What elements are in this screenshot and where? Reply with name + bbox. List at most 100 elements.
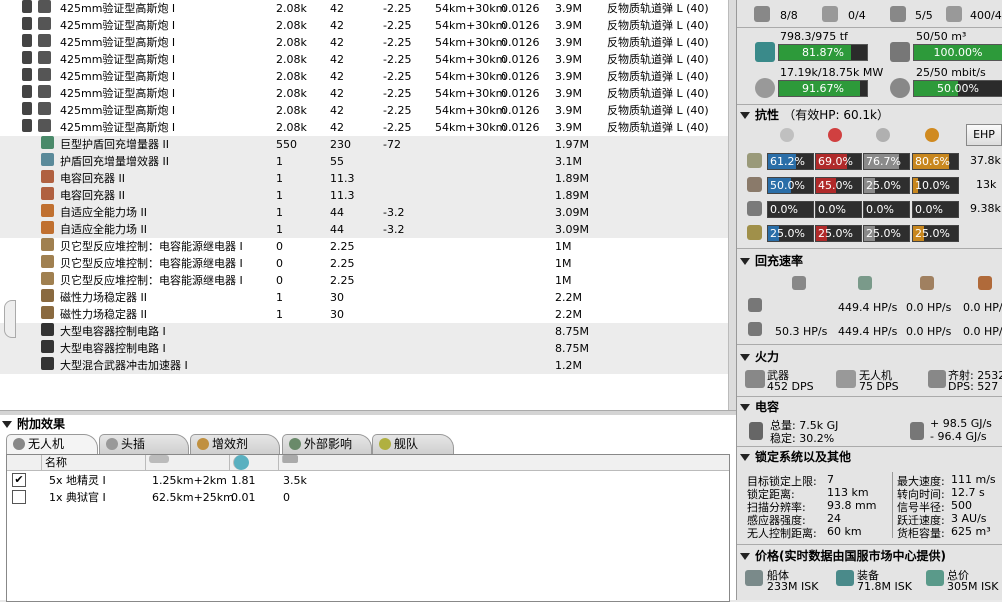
state-icon[interactable] (22, 119, 32, 132)
module-c1: 2.08k (276, 53, 307, 66)
module-c2: 11.3 (330, 189, 355, 202)
module-row[interactable]: 425mm验证型高斯炮 I 2.08k 42 -2.25 54km+30km 0.0126… (0, 102, 728, 119)
resist-cell: 25.0% (767, 225, 814, 242)
state-icon[interactable] (22, 34, 32, 47)
drone-row[interactable]: ✔ 5x 地精灵 I 1.25km+2km 1.81 3.5k (7, 473, 727, 489)
drone-checkbox[interactable]: ✔ (12, 473, 26, 487)
total-price: 305M ISK (947, 580, 999, 593)
resist-cell: 0.0% (863, 201, 910, 218)
module-row[interactable]: 磁性力场稳定器 II 1 30 2.2M (0, 289, 728, 306)
drone-row[interactable]: 1x 典狱官 I 62.5km+25km 0.01 0 (7, 490, 727, 506)
module-name: 425mm验证型高斯炮 I (60, 53, 176, 66)
drone-checkbox[interactable] (12, 490, 26, 504)
extra-effects-header[interactable]: 附加效果 (2, 416, 65, 432)
module-row[interactable]: 大型电容器控制电路 I 8.75M (0, 323, 728, 340)
module-c1: 2.08k (276, 19, 307, 32)
module-row[interactable]: 自适应全能力场 II 1 44 -3.2 3.09M (0, 204, 728, 221)
module-row[interactable]: 护盾回充增量增效器 II 1 55 3.1M (0, 153, 728, 170)
state-icon[interactable] (22, 85, 32, 98)
module-row[interactable]: 425mm验证型高斯炮 I 2.08k 42 -2.25 54km+30km 0.0126… (0, 51, 728, 68)
fitting-price-icon (836, 570, 854, 586)
module-c2: 230 (330, 138, 351, 151)
column-speed[interactable] (229, 455, 278, 470)
state-icon[interactable] (22, 17, 32, 30)
nav-value: 111 m/s (951, 473, 996, 486)
state-icon[interactable] (22, 68, 32, 81)
module-row[interactable]: 巨型护盾回充增量器 II 550 230 -72 1.97M (0, 136, 728, 153)
module-c6: 1.2M (555, 359, 582, 372)
resist-value: 61.2% (770, 155, 805, 168)
capacitor-header[interactable]: 电容 (740, 399, 779, 415)
module-row[interactable]: 大型混合武器冲击加速器 I 1.2M (0, 357, 728, 374)
module-c5: 0.0126 (501, 36, 540, 49)
tab-implant[interactable]: 头插 (99, 434, 189, 454)
column-range[interactable] (145, 455, 229, 470)
firepower-header[interactable]: 火力 (740, 349, 779, 365)
capacitor-delta-icon (910, 422, 924, 440)
price-header[interactable]: 价格(实时数据由国服市场中心提供) (740, 548, 946, 564)
module-c6: 3.9M (555, 121, 582, 134)
volley-icon (928, 370, 946, 388)
invulnerability-field-icon (41, 221, 54, 234)
drone-list-header: 名称 (7, 455, 729, 471)
state-icon[interactable] (22, 102, 32, 115)
powergrid-bar: 91.67% (778, 80, 868, 97)
launcher-hardpoint-icon (822, 6, 838, 22)
module-row[interactable]: 自适应全能力场 II 1 44 -3.2 3.09M (0, 221, 728, 238)
divider (737, 344, 1002, 345)
module-c5: 0.0126 (501, 87, 540, 100)
recharge-header[interactable]: 回充速率 (740, 253, 803, 269)
resist-header[interactable]: 抗性 （有效HP: 60.1k） (740, 107, 889, 123)
module-row[interactable]: 425mm验证型高斯炮 I 2.08k 42 -2.25 54km+30km 0.0126… (0, 119, 728, 136)
tab-fleet[interactable]: 舰队 (372, 434, 454, 454)
resist-value: 76.7% (866, 155, 901, 168)
module-c6: 3.1M (555, 155, 582, 168)
column-damage[interactable] (278, 455, 332, 470)
module-row[interactable]: 425mm验证型高斯炮 I 2.08k 42 -2.25 54km+30km 0.0126… (0, 17, 728, 34)
divider (737, 396, 1002, 397)
module-c2: 42 (330, 36, 344, 49)
module-name: 巨型护盾回充增量器 II (60, 138, 169, 151)
module-c1: 1 (276, 172, 283, 185)
module-c3: -2.25 (383, 104, 412, 117)
module-row[interactable]: 425mm验证型高斯炮 I 2.08k 42 -2.25 54km+30km 0.0126… (0, 68, 728, 85)
resist-cell: 0.0% (815, 201, 862, 218)
state-icon[interactable] (22, 0, 32, 13)
column-name[interactable]: 名称 (41, 455, 145, 470)
tab-booster[interactable]: 增效剂 (190, 434, 280, 454)
targeting-header[interactable]: 锁定系统以及其他 (740, 449, 851, 465)
module-c2: 44 (330, 206, 344, 219)
module-row[interactable]: 贝它型反应堆控制：电容能源继电器 I 0 2.25 1M (0, 255, 728, 272)
drone-speed: 1.81 (231, 474, 256, 487)
module-row[interactable]: 425mm验证型高斯炮 I 2.08k 42 -2.25 54km+30km 0.0126… (0, 85, 728, 102)
collapse-handle[interactable] (4, 300, 16, 338)
bandwidth-text: 25/50 mbit/s (916, 66, 986, 79)
module-row[interactable]: 电容回充器 II 1 11.3 1.89M (0, 170, 728, 187)
ehp-button[interactable]: EHP (966, 124, 1002, 146)
module-name: 大型混合武器冲击加速器 I (60, 359, 188, 372)
module-row[interactable]: 贝它型反应堆控制：电容能源继电器 I 0 2.25 1M (0, 272, 728, 289)
targeting-value: 113 km (827, 486, 869, 499)
module-c7: 反物质轨道弹 L (40) (607, 70, 709, 83)
resist-value: 0.0% (915, 203, 943, 216)
module-row[interactable]: 贝它型反应堆控制：电容能源继电器 I 0 2.25 1M (0, 238, 728, 255)
module-row[interactable]: 425mm验证型高斯炮 I 2.08k 42 -2.25 54km+30km 0.0126… (0, 34, 728, 51)
module-c1: 1 (276, 291, 283, 304)
fleet-icon (379, 438, 391, 450)
drone-active-count: 5/5 (915, 9, 933, 22)
resist-value: 10.0% (915, 179, 950, 192)
cpu-text: 798.3/975 tf (780, 30, 848, 43)
tab-projected[interactable]: 外部影响 (282, 434, 372, 454)
module-row[interactable]: 425mm验证型高斯炮 I 2.08k 42 -2.25 54km+30km 0.0126… (0, 0, 728, 17)
damage-icon (282, 455, 298, 463)
state-icon[interactable] (22, 51, 32, 64)
module-row[interactable]: 大型电容器控制电路 I 8.75M (0, 340, 728, 357)
module-c6: 3.9M (555, 53, 582, 66)
module-row[interactable]: 磁性力场稳定器 II 1 30 2.2M (0, 306, 728, 323)
module-row[interactable]: 电容回充器 II 1 11.3 1.89M (0, 187, 728, 204)
resist-cell: 10.0% (912, 177, 959, 194)
module-c4: 54km+30km (435, 104, 507, 117)
hull-repair-icon (978, 276, 992, 290)
collapse-triangle-icon (740, 404, 750, 411)
tab-drone[interactable]: 无人机 (6, 434, 98, 454)
